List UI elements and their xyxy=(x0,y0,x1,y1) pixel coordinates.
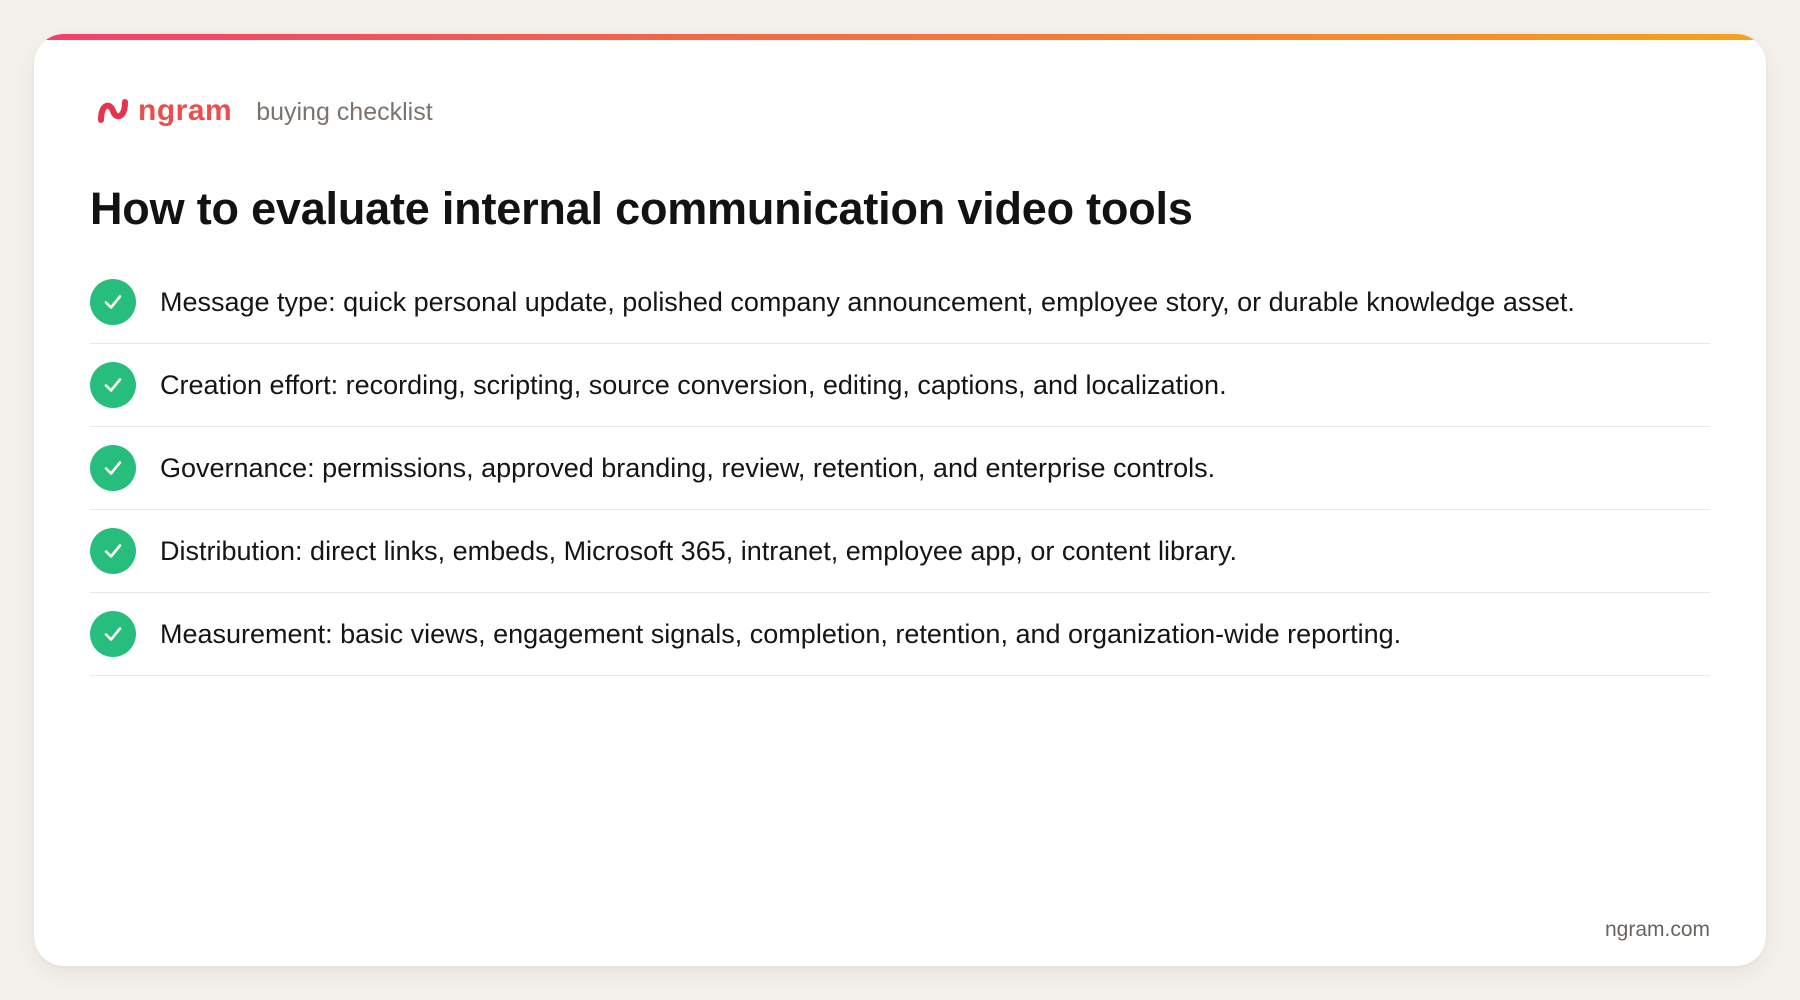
check-icon xyxy=(90,362,136,408)
checklist-item-text: Measurement: basic views, engagement sig… xyxy=(160,618,1402,649)
checklist-item: Governance: permissions, approved brandi… xyxy=(90,427,1710,510)
checklist-item-text: Message type: quick personal update, pol… xyxy=(160,286,1575,317)
check-icon xyxy=(90,611,136,657)
checklist-card: ngram buying checklist How to evaluate i… xyxy=(34,34,1766,966)
ngram-logo-icon xyxy=(98,99,128,123)
checklist-item: Message type: quick personal update, pol… xyxy=(90,261,1710,344)
checklist: Message type: quick personal update, pol… xyxy=(90,261,1710,676)
check-icon xyxy=(90,528,136,574)
page-title: How to evaluate internal communication v… xyxy=(90,183,1193,234)
checklist-item-text: Distribution: direct links, embeds, Micr… xyxy=(160,535,1237,566)
top-accent-bar xyxy=(34,34,1766,40)
brand-header: ngram buying checklist xyxy=(96,86,433,136)
check-icon xyxy=(90,279,136,325)
brand-logo[interactable]: ngram xyxy=(96,94,232,128)
checklist-item: Distribution: direct links, embeds, Micr… xyxy=(90,510,1710,593)
checklist-item: Measurement: basic views, engagement sig… xyxy=(90,593,1710,676)
checklist-item: Creation effort: recording, scripting, s… xyxy=(90,344,1710,427)
check-icon xyxy=(90,445,136,491)
brand-name: ngram xyxy=(138,94,233,127)
footer-url[interactable]: ngram.com xyxy=(1605,919,1710,940)
checklist-item-text: Governance: permissions, approved brandi… xyxy=(160,452,1216,483)
checklist-item-text: Creation effort: recording, scripting, s… xyxy=(160,369,1227,400)
brand-tagline: buying checklist xyxy=(256,97,433,126)
